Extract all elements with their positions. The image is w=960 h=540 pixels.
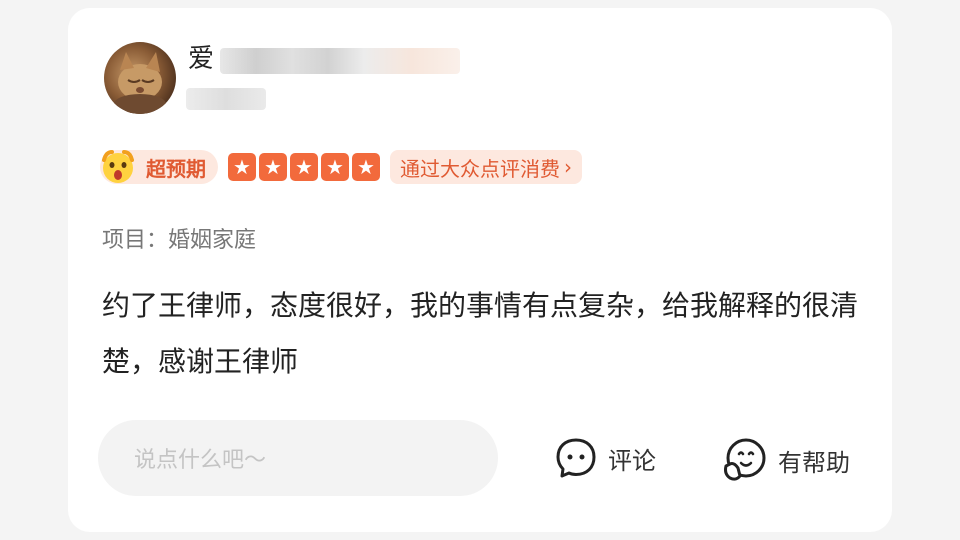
comment-button[interactable]: 评论 [554, 436, 656, 480]
cat-avatar-image [114, 52, 166, 114]
project-label: 项目： [102, 228, 169, 253]
user-name[interactable]: 爱 [188, 44, 214, 74]
rating-badge: 超预期 [100, 150, 218, 184]
star-icon: ★ [321, 153, 349, 181]
star-icon: ★ [228, 153, 256, 181]
helpful-button[interactable]: 有帮助 [720, 436, 850, 484]
helpful-face-icon [724, 438, 766, 481]
star-icon: ★ [259, 153, 287, 181]
star-icon: ★ [352, 153, 380, 181]
chevron-right-icon: › [564, 155, 572, 179]
review-text: 约了王律师，态度很好，我的事情有点复杂，给我解释的很清楚，感谢王律师 [102, 289, 859, 378]
consume-via-dianping-link[interactable]: 通过大众点评消费 › [390, 150, 582, 184]
helpful-button-label: 有帮助 [778, 448, 850, 477]
star-icon: ★ [290, 153, 318, 181]
comment-bubble-icon [556, 438, 596, 478]
user-name-redacted [220, 48, 460, 74]
comment-button-label: 评论 [608, 446, 656, 475]
shocked-face-icon [102, 150, 134, 183]
user-level-redacted [186, 88, 266, 110]
consume-link-label: 通过大众点评消费 [400, 156, 560, 181]
comment-input[interactable]: 说点什么吧～ [98, 420, 498, 496]
review-card: 爱 超预期 ★ ★ ★ ★ ★ 通过大众点评消费 › 项目：婚姻家庭 约了王律师… [68, 8, 892, 532]
rating-row: 超预期 ★ ★ ★ ★ ★ 通过大众点评消费 › [100, 148, 582, 186]
rating-badge-label: 超预期 [146, 156, 206, 181]
project-value: 婚姻家庭 [168, 228, 257, 253]
project-line: 项目：婚姻家庭 [102, 222, 256, 254]
comment-placeholder: 说点什么吧～ [134, 448, 267, 473]
star-rating: ★ ★ ★ ★ ★ [228, 153, 380, 181]
avatar[interactable] [104, 42, 176, 114]
